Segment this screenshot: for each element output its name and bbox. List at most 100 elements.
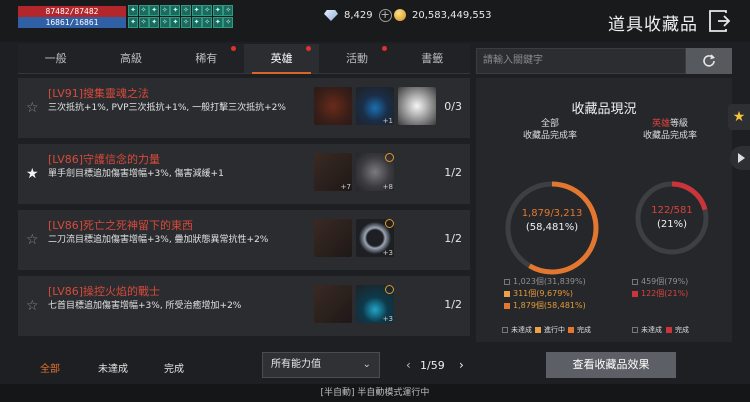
item-slot-icon[interactable] <box>314 285 352 323</box>
collection-title: [LV91]搜集靈魂之法 <box>48 87 150 100</box>
collection-list: ☆ [LV91]搜集靈魂之法 三次抵抗+1%, PVP三次抵抗+1%, 一般打擊… <box>18 78 470 342</box>
collection-effect: 三次抵抗+1%, PVP三次抵抗+1%, 一般打擊三次抵抗+2% <box>48 103 286 113</box>
collection-effect: 七首目標追加傷害增幅+3%, 所受治癒增加+2% <box>48 301 242 311</box>
buff-icon: ✦ <box>212 5 223 16</box>
hero-key-complete: 完成 <box>666 325 689 335</box>
gold-coin-icon <box>394 9 406 21</box>
star-outline-icon[interactable]: ☆ <box>26 232 39 248</box>
tab-label: 稀有 <box>195 52 218 65</box>
legend-swatch <box>632 278 638 285</box>
buff-icon: ✦ <box>149 5 160 16</box>
collection-items: +1 <box>314 87 436 125</box>
buff-icon: ✦ <box>170 17 181 28</box>
collection-row[interactable]: ☆ [LV86]死亡之死神留下的東西 二刀流目標追加傷害增幅+3%, 疊加狀態異… <box>18 210 470 270</box>
tab-4[interactable]: 活動 <box>319 44 394 73</box>
buff-icon: ✧ <box>159 5 170 16</box>
enhance-level: +1 <box>382 117 393 125</box>
collection-title: [LV86]操控火焰的戰士 <box>48 285 161 298</box>
filter-incomplete[interactable]: 未達成 <box>98 360 128 375</box>
buff-icon: ✧ <box>223 5 234 16</box>
buff-icon: ✧ <box>138 17 149 28</box>
stat-filter-select[interactable]: 所有能力值 ⌄ <box>262 352 380 378</box>
collection-status-panel: 收藏品現況 全部 收藏品完成率 英雄等級 收藏品完成率 1,879/3,213 … <box>476 78 732 342</box>
list-bottom-bar: 全部 未達成 完成 所有能力值 ⌄ ‹ 1/59 › <box>18 348 470 384</box>
diamond-amount: 8,429 <box>344 10 373 21</box>
diamond-icon <box>324 10 338 21</box>
star-filled-icon[interactable]: ★ <box>26 166 39 182</box>
enhance-level: +8 <box>382 183 393 191</box>
filter-all[interactable]: 全部 <box>40 360 60 375</box>
total-rate-label: 全部 收藏品完成率 <box>522 119 577 141</box>
tab-3[interactable]: 英雄 <box>243 44 320 74</box>
category-tabs: 一般 高級 稀有 英雄 活動 書籤 <box>18 44 470 74</box>
collection-items: +7 +8 <box>314 153 394 191</box>
tab-2[interactable]: 稀有 <box>169 44 244 73</box>
tab-label: 活動 <box>345 52 368 65</box>
buff-icons: ✦ ✧ ✦ ✧ ✦ ✧ ✦ ✧ ✦ ✧ ✦ ✧ ✦ ✧ ✦ ✧ ✦ ✧ ✦ ✧ <box>128 5 234 29</box>
enhance-level: +7 <box>340 183 351 191</box>
view-collection-effect-button[interactable]: 查看收藏品效果 <box>546 352 676 378</box>
star-outline-icon[interactable]: ☆ <box>26 100 39 116</box>
collection-count: 1/2 <box>444 166 462 179</box>
exit-icon[interactable] <box>708 10 732 32</box>
buff-icon: ✦ <box>191 5 202 16</box>
auto-mode-status: [半自動] 半自動模式運行中 <box>0 384 750 402</box>
collection-row[interactable]: ☆ [LV86]操控火焰的戰士 七首目標追加傷害增幅+3%, 所受治癒增加+2%… <box>18 276 470 336</box>
item-slot-icon[interactable]: +7 <box>314 153 352 191</box>
check-icon <box>385 153 394 162</box>
play-arrow-icon[interactable] <box>730 146 750 170</box>
star-outline-icon[interactable]: ☆ <box>26 298 39 314</box>
next-page-button[interactable]: › <box>459 358 464 372</box>
diamond-currency: 8,429 + <box>324 9 392 22</box>
buff-icon: ✧ <box>180 5 191 16</box>
item-slot-icon[interactable]: +3 <box>356 285 394 323</box>
item-slot-icon[interactable]: +3 <box>356 219 394 257</box>
notification-dot <box>230 46 236 51</box>
item-slot-icon[interactable]: +8 <box>356 153 394 191</box>
collection-count: 1/2 <box>444 298 462 311</box>
hp-bar: 87482/87482 <box>18 6 126 17</box>
item-slot-icon[interactable] <box>314 219 352 257</box>
filter-complete[interactable]: 完成 <box>164 360 184 375</box>
collection-row[interactable]: ☆ [LV91]搜集靈魂之法 三次抵抗+1%, PVP三次抵抗+1%, 一般打擊… <box>18 78 470 138</box>
add-diamond-button[interactable]: + <box>378 9 392 22</box>
gold-currency: 20,583,449,553 <box>394 9 492 21</box>
prev-page-button[interactable]: ‹ <box>406 358 411 372</box>
legend-swatch <box>504 302 510 309</box>
tab-label: 書籤 <box>421 52 444 65</box>
check-icon <box>385 219 394 228</box>
chevron-down-icon: ⌄ <box>362 359 371 370</box>
buff-icon: ✧ <box>138 5 149 16</box>
key-in-progress: 進行中 <box>535 325 565 335</box>
buff-icon: ✦ <box>128 5 138 16</box>
status-title: 收藏品現況 <box>571 102 637 117</box>
tab-1[interactable]: 高級 <box>93 44 168 73</box>
refresh-button[interactable] <box>686 48 732 74</box>
item-slot-icon[interactable]: +1 <box>356 87 394 125</box>
key-incomplete: 未達成 <box>502 325 532 335</box>
item-slot-icon[interactable] <box>314 87 352 125</box>
collection-row[interactable]: ★ [LV86]守護信念的力量 單手劍目標追加傷害增幅+3%, 傷害減緩+1 +… <box>18 144 470 204</box>
collection-effect: 單手劍目標追加傷害增幅+3%, 傷害減緩+1 <box>48 169 224 179</box>
gold-amount: 20,583,449,553 <box>412 9 492 21</box>
item-slot-icon[interactable] <box>398 87 436 125</box>
search-input[interactable]: 請輸入關鍵字 <box>476 48 686 74</box>
legend-swatch <box>504 278 510 285</box>
page-title: 道具收藏品 <box>608 15 698 35</box>
legend-swatch <box>504 290 510 297</box>
tab-label: 一般 <box>44 52 67 65</box>
tab-0[interactable]: 一般 <box>18 44 93 73</box>
hero-donut-value: 122/581 (21%) <box>651 205 693 230</box>
collection-title: [LV86]守護信念的力量 <box>48 153 161 166</box>
key-complete: 完成 <box>568 325 591 335</box>
legend-entry: 122個(21%) <box>632 288 688 299</box>
favorites-star-icon[interactable]: ★ <box>728 104 750 130</box>
buff-icon: ✦ <box>149 17 160 28</box>
legend-swatch <box>632 290 638 297</box>
buff-icon: ✦ <box>191 17 202 28</box>
enhance-level: +3 <box>382 315 393 323</box>
collection-items: +3 <box>314 285 394 323</box>
hero-key-incomplete: 未達成 <box>632 325 662 335</box>
buff-icon: ✧ <box>202 17 213 28</box>
tab-5[interactable]: 書籤 <box>395 44 470 73</box>
